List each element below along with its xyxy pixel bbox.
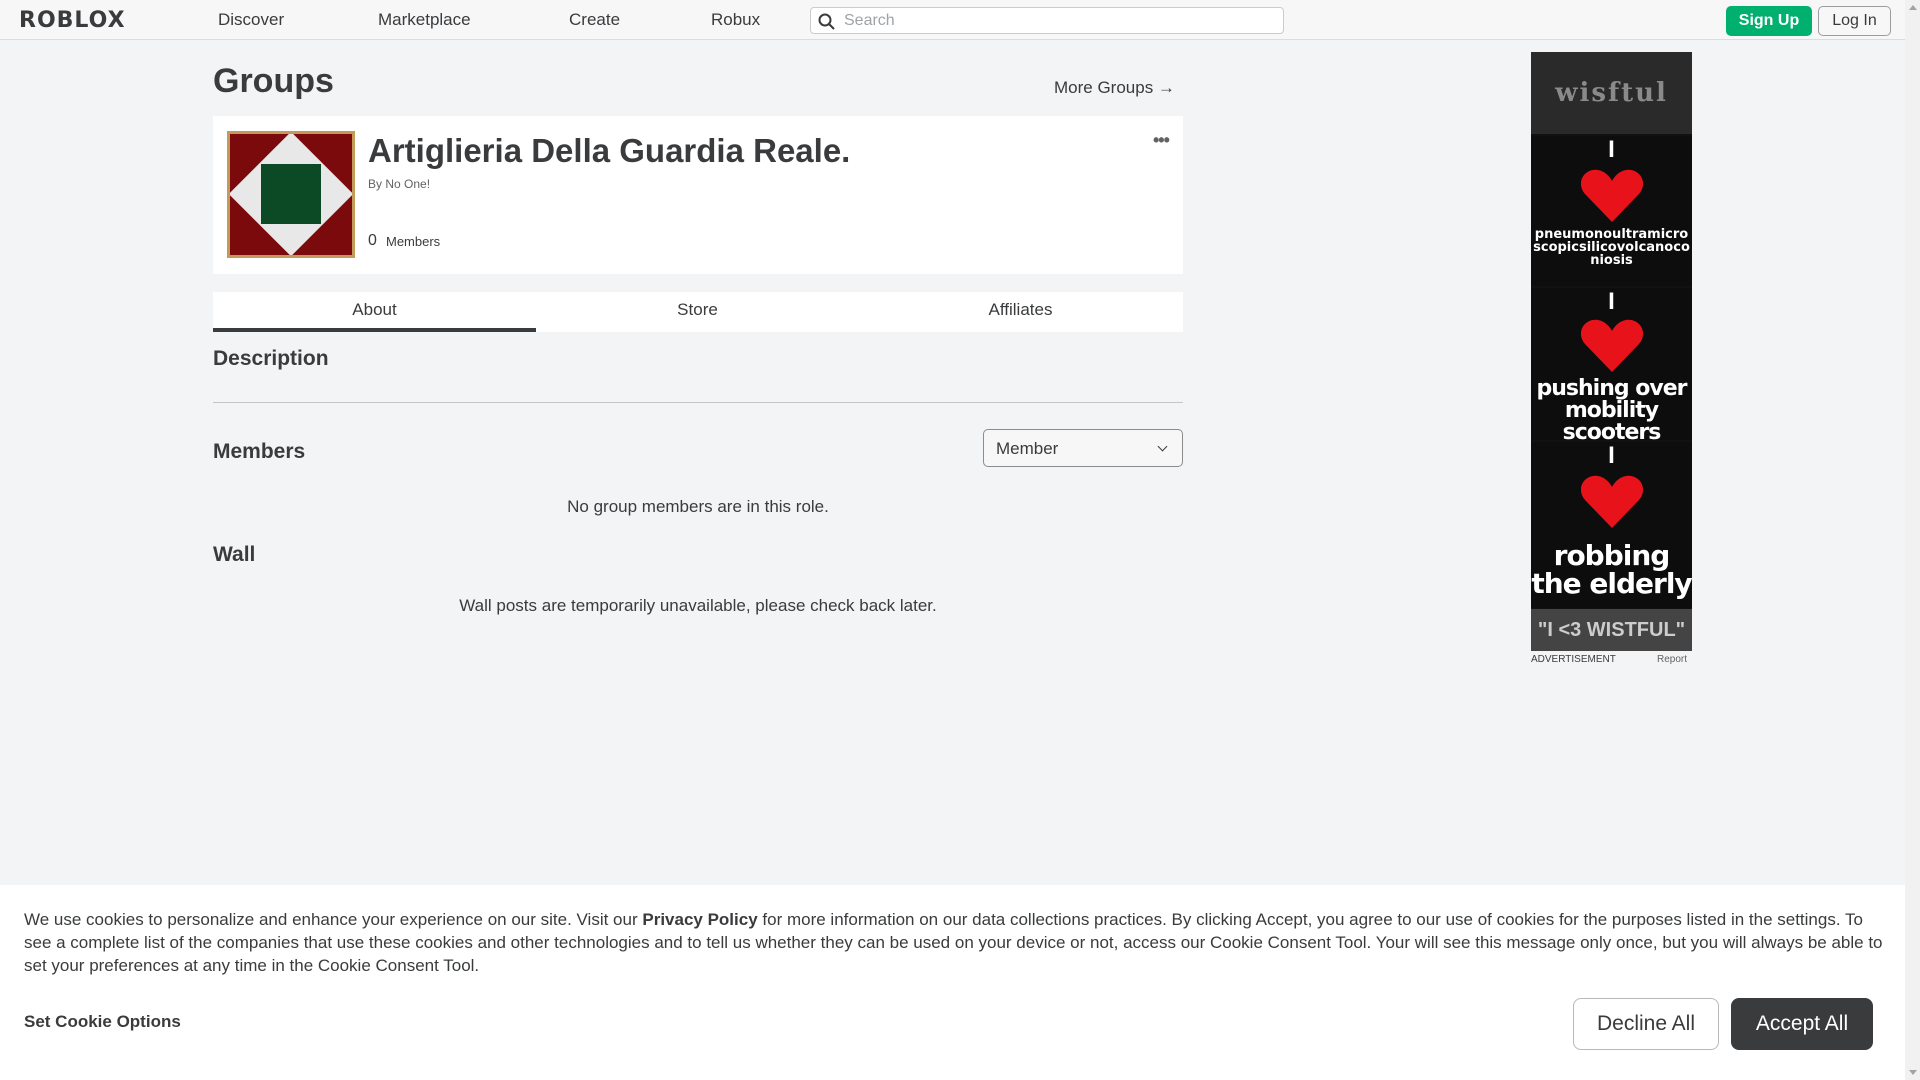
- scroll-up-arrow-icon[interactable]: [1909, 5, 1917, 10]
- section-divider: [213, 402, 1183, 403]
- more-options-icon[interactable]: •••: [1153, 130, 1170, 151]
- nav-discover[interactable]: Discover: [218, 10, 284, 30]
- wall-heading: Wall: [213, 543, 256, 566]
- more-groups-link[interactable]: More Groups →: [1054, 78, 1175, 98]
- accept-all-button[interactable]: Accept All: [1731, 998, 1873, 1050]
- cookie-consent-banner: We use cookies to personalize and enhanc…: [0, 885, 1905, 1080]
- ad-i-text: I: [1608, 442, 1615, 469]
- ad-panel-3: I robbing the elderly: [1531, 442, 1692, 608]
- roblox-logo[interactable]: ROBLOX: [19, 8, 126, 33]
- heart-icon: [1580, 475, 1643, 528]
- role-dropdown[interactable]: Member: [983, 429, 1183, 467]
- cookie-message: We use cookies to personalize and enhanc…: [24, 910, 1883, 975]
- wall-unavailable-message: Wall posts are temporarily unavailable, …: [459, 596, 937, 615]
- ad-text-3: robbing the elderly: [1531, 539, 1692, 600]
- role-dropdown-value: Member: [996, 439, 1059, 458]
- member-count-label: Members: [386, 234, 441, 249]
- top-navigation-bar: ROBLOX Discover Marketplace Create Robux…: [0, 0, 1905, 40]
- ad-i-text: I: [1608, 288, 1615, 315]
- nav-marketplace[interactable]: Marketplace: [378, 10, 471, 30]
- scroll-down-arrow-icon[interactable]: [1909, 1070, 1917, 1075]
- page-scrollbar[interactable]: [1905, 0, 1920, 1080]
- tab-store[interactable]: Store: [536, 292, 859, 332]
- skyscraper-ad[interactable]: wisftul I pneumonoultramicroscopicsilico…: [1531, 52, 1692, 651]
- group-emblem: [227, 131, 355, 258]
- ad-text-1: pneumonoultramicroscopicsilicovolcanocon…: [1533, 227, 1690, 268]
- tab-affiliates[interactable]: Affiliates: [859, 292, 1182, 332]
- page-title: Groups: [213, 62, 334, 100]
- chevron-down-icon: [1157, 441, 1168, 452]
- search-input[interactable]: [844, 11, 1274, 31]
- privacy-policy-link[interactable]: Privacy Policy: [642, 910, 757, 929]
- sign-up-button[interactable]: Sign Up: [1726, 6, 1812, 36]
- ad-wisftul-banner: wisftul: [1531, 52, 1692, 134]
- ad-footer: "I <3 WISTFUL": [1531, 609, 1692, 651]
- members-empty-message: No group members are in this role.: [567, 497, 829, 516]
- group-owner: By No One!: [368, 177, 431, 191]
- emblem-green-square: [261, 164, 321, 224]
- nav-robux[interactable]: Robux: [711, 10, 760, 30]
- search-icon: [818, 13, 835, 30]
- group-tabs: About Store Affiliates: [213, 292, 1183, 332]
- set-cookie-options-link[interactable]: Set Cookie Options: [24, 1012, 181, 1032]
- ad-panel-1: I pneumonoultramicroscopicsilicovolcanoc…: [1531, 136, 1692, 286]
- report-ad-link[interactable]: Report: [1657, 654, 1687, 665]
- group-header-card: Artiglieria Della Guardia Reale. By No O…: [213, 116, 1183, 274]
- advertisement-label: ADVERTISEMENT: [1531, 654, 1616, 665]
- decline-all-button[interactable]: Decline All: [1573, 998, 1719, 1050]
- tab-about[interactable]: About: [213, 292, 536, 332]
- ad-i-text: I: [1608, 136, 1615, 163]
- heart-icon: [1580, 319, 1643, 372]
- member-count: 0: [368, 232, 377, 249]
- nav-create[interactable]: Create: [569, 10, 620, 30]
- members-heading: Members: [213, 440, 306, 463]
- log-in-button[interactable]: Log In: [1818, 6, 1891, 36]
- heart-icon: [1580, 169, 1643, 222]
- description-heading: Description: [213, 347, 329, 370]
- search-box[interactable]: [810, 7, 1284, 34]
- group-name: Artiglieria Della Guardia Reale.: [368, 132, 851, 169]
- ad-panel-2: I pushing over mobility scooters: [1531, 288, 1692, 444]
- ad-text-2: pushing over mobility scooters: [1536, 376, 1687, 445]
